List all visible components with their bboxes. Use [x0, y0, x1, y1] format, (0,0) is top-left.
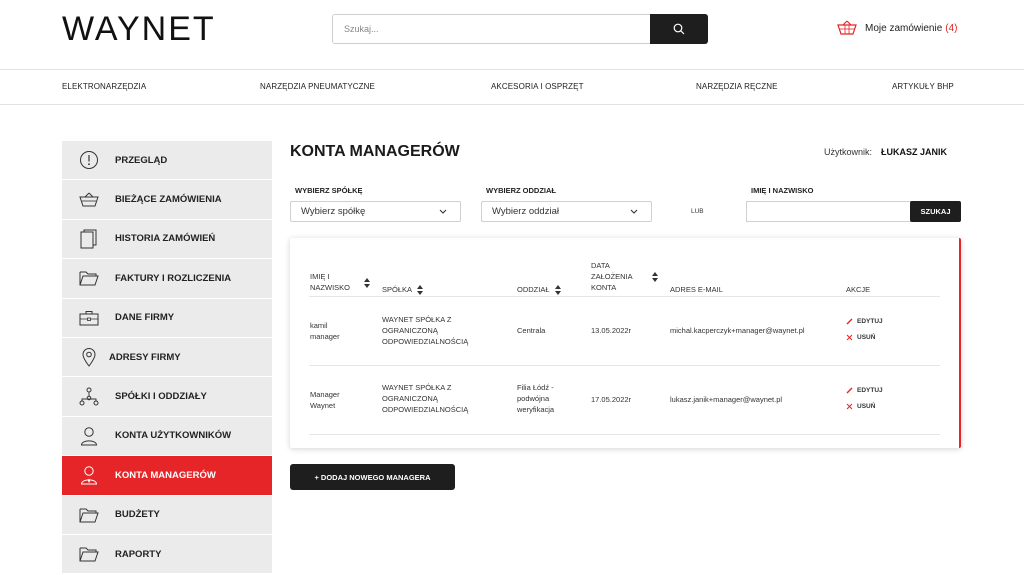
sidebar-item-overview[interactable]: PRZEGLĄD — [62, 141, 272, 181]
folder-icon — [78, 543, 100, 565]
cell-company: WAYNET SPÓŁKA Z OGRANICZONĄ ODPOWIEDZIAL… — [382, 383, 469, 414]
sidebar-item-company-addresses[interactable]: ADRESY FIRMY — [62, 337, 272, 378]
order-label: Moje zamówienie — [865, 22, 943, 34]
sidebar-item-manager-accounts[interactable]: KONTA MANAGERÓW — [62, 456, 272, 496]
current-user: Użytkownik: ŁUKASZ JANIK — [824, 147, 947, 157]
column-header-branch[interactable]: ODDZIAŁ — [517, 284, 561, 296]
nav-item-accessories[interactable]: AKCESORIA I OSPRZĘT — [491, 82, 584, 91]
sidebar-item-user-accounts[interactable]: KONTA UŻYTKOWNIKÓW — [62, 416, 272, 457]
add-manager-button[interactable]: + DODAJ NOWEGO MANAGERA — [290, 464, 455, 490]
sidebar-item-company-data[interactable]: DANE FIRMY — [62, 298, 272, 338]
sort-icon[interactable] — [652, 272, 658, 282]
branch-select-value: Wybierz oddział — [492, 206, 559, 217]
close-icon — [846, 403, 853, 410]
name-search-input[interactable] — [746, 201, 912, 222]
search-box — [332, 14, 708, 44]
close-icon — [846, 334, 853, 341]
cell-branch: Filia Łódź - podwójna weryfikacja — [517, 383, 555, 414]
column-header-actions: AKCJE — [846, 285, 871, 294]
search-button[interactable] — [650, 14, 708, 44]
sidebar-item-label: BIEŻĄCE ZAMÓWIENIA — [115, 194, 222, 206]
search-icon — [673, 23, 685, 35]
cell-date: 13.05.2022r — [591, 326, 632, 335]
basket-icon — [78, 189, 100, 211]
edit-button[interactable]: EDYTUJ — [846, 318, 883, 325]
sort-icon[interactable] — [364, 278, 370, 288]
sidebar-item-label: KONTA UŻYTKOWNIKÓW — [115, 430, 232, 442]
company-filter-label: WYBIERZ SPÓŁKĘ — [295, 186, 363, 195]
name-filter-label: IMIĘ I NAZWISKO — [751, 186, 814, 195]
sidebar-item-budgets[interactable]: BUDŻETY — [62, 495, 272, 535]
documents-icon — [78, 228, 100, 250]
nav-item-hand-tools[interactable]: NARZĘDZIA RĘCZNE — [696, 82, 778, 91]
sidebar-item-order-history[interactable]: HISTORIA ZAMÓWIEŃ — [62, 219, 272, 260]
header-divider — [309, 296, 940, 297]
user-name: ŁUKASZ JANIK — [881, 147, 948, 157]
header: WAYNET Moje zamówienie (4) — [0, 0, 1024, 70]
pencil-icon — [846, 387, 853, 394]
sidebar-item-reports[interactable]: RAPORTY — [62, 534, 272, 575]
company-select-value: Wybierz spółkę — [301, 206, 366, 217]
pencil-icon — [846, 318, 853, 325]
or-label: LUB — [691, 208, 704, 215]
sidebar-item-label: SPÓŁKI I ODDZIAŁY — [115, 391, 207, 403]
name-search-button[interactable]: SZUKAJ — [910, 201, 961, 222]
sidebar-item-label: BUDŻETY — [115, 509, 160, 521]
company-select[interactable]: Wybierz spółkę — [290, 201, 461, 222]
cell-email: michal.kacperczyk+manager@waynet.pl — [670, 326, 805, 335]
search-input[interactable] — [333, 15, 651, 43]
sidebar-item-label: DANE FIRMY — [115, 312, 175, 324]
logo[interactable]: WAYNET — [62, 10, 216, 49]
sidebar-item-current-orders[interactable]: BIEŻĄCE ZAMÓWIENIA — [62, 180, 272, 220]
sidebar-item-invoices[interactable]: FAKTURY I ROZLICZENIA — [62, 259, 272, 299]
column-header-date[interactable]: DATA ZAŁOŻENIA KONTA — [591, 260, 633, 293]
hierarchy-icon — [78, 386, 100, 408]
sidebar-item-label: HISTORIA ZAMÓWIEŃ — [115, 233, 216, 245]
cell-name: kamil manager — [310, 321, 340, 341]
order-count: (4) — [945, 22, 958, 34]
managers-table: IMIĘ I NAZWISKO SPÓŁKA ODDZIAŁ DATA ZAŁO… — [290, 238, 961, 448]
nav-item-electric-tools[interactable]: ELEKTRONARZĘDZIA — [62, 82, 146, 91]
user-label: Użytkownik: — [824, 147, 873, 157]
sidebar-item-label: ADRESY FIRMY — [109, 351, 181, 363]
column-header-company[interactable]: SPÓŁKA — [382, 284, 423, 296]
row-divider — [309, 365, 940, 366]
folder-icon — [78, 504, 100, 526]
page-title: KONTA MANAGERÓW — [290, 143, 460, 160]
chevron-down-icon — [439, 209, 447, 214]
cell-date: 17.05.2022r — [591, 395, 632, 404]
column-header-name[interactable]: IMIĘ I NAZWISKO — [310, 271, 350, 293]
sidebar-item-companies-branches[interactable]: SPÓŁKI I ODDZIAŁY — [62, 377, 272, 417]
cell-company: WAYNET SPÓŁKA Z OGRANICZONĄ ODPOWIEDZIAL… — [382, 315, 469, 346]
nav-item-pneumatic-tools[interactable]: NARZĘDZIA PNEUMATYCZNE — [260, 82, 375, 91]
user-icon — [78, 425, 100, 447]
folder-icon — [78, 267, 100, 289]
manager-icon — [78, 464, 100, 486]
sidebar: PRZEGLĄD BIEŻĄCE ZAMÓWIENIA HISTORIA ZAM… — [62, 141, 272, 575]
briefcase-icon — [78, 307, 100, 329]
nav-item-safety[interactable]: ARTYKUŁY BHP — [892, 82, 954, 91]
branch-select[interactable]: Wybierz oddział — [481, 201, 652, 222]
alert-circle-icon — [78, 149, 100, 171]
delete-button[interactable]: USUŃ — [846, 403, 875, 410]
sort-icon — [554, 285, 561, 296]
sidebar-item-label: FAKTURY I ROZLICZENIA — [115, 272, 232, 284]
main-nav: ELEKTRONARZĘDZIA NARZĘDZIA PNEUMATYCZNE … — [0, 70, 1024, 105]
edit-button[interactable]: EDYTUJ — [846, 387, 883, 394]
sidebar-item-label: PRZEGLĄD — [115, 154, 168, 166]
column-header-email: ADRES E-MAIL — [670, 285, 723, 294]
location-pin-icon — [78, 346, 100, 368]
branch-filter-label: WYBIERZ ODDZIAŁ — [486, 186, 556, 195]
my-order-link[interactable]: Moje zamówienie (4) — [837, 20, 958, 36]
sort-icon — [416, 285, 423, 296]
basket-icon — [837, 20, 857, 35]
sidebar-item-label: RAPORTY — [115, 548, 162, 560]
sidebar-item-label: KONTA MANAGERÓW — [115, 469, 216, 481]
cell-branch: Centrala — [517, 326, 546, 335]
row-divider — [309, 434, 940, 435]
delete-button[interactable]: USUŃ — [846, 334, 875, 341]
cell-email: lukasz.janik+manager@waynet.pl — [670, 395, 783, 404]
cell-name: Manager Waynet — [310, 390, 340, 410]
chevron-down-icon — [630, 209, 638, 214]
